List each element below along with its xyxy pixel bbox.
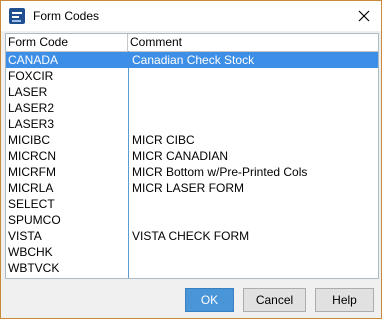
table-row[interactable]: MICIBC MICR CIBC [6, 132, 378, 148]
table-row[interactable]: MICRLA MICR LASER FORM [6, 180, 378, 196]
form-code-cell: SELECT [8, 197, 55, 211]
form-code-cell: MICRCN [8, 149, 56, 163]
comment-cell [130, 244, 378, 260]
comment-cell [130, 260, 378, 276]
column-header-comment[interactable]: Comment [128, 34, 378, 51]
table-row[interactable]: FOXCIR [6, 68, 378, 84]
ok-button[interactable]: OK [185, 288, 234, 312]
comment-cell: MICR CANADIAN [132, 149, 229, 163]
form-codes-app-icon [9, 8, 25, 24]
comment-cell: MICR CIBC [132, 133, 195, 147]
comment-cell: MICR LASER FORM [132, 181, 245, 195]
form-code-cell: VISTA [8, 229, 42, 243]
table-row[interactable]: WBCHK [6, 244, 378, 260]
form-code-cell: LASER2 [8, 101, 55, 115]
comment-cell: Canadian Check Stock [132, 53, 255, 67]
form-code-cell: LASER [8, 85, 48, 99]
table-row[interactable]: LASER [6, 84, 378, 100]
title-bar: Form Codes [1, 1, 381, 31]
form-code-cell: MICIBC [8, 133, 50, 147]
form-code-cell: WBCHK [8, 245, 53, 259]
table-row[interactable]: CANADA Canadian Check Stock [6, 52, 378, 68]
form-code-cell: WBTVCK [8, 261, 60, 275]
cancel-button[interactable]: Cancel [243, 288, 306, 312]
form-codes-list-panel: Form Code Comment CANADA Canadian Check S… [5, 33, 379, 279]
comment-cell [130, 196, 378, 212]
help-button[interactable]: Help [315, 288, 374, 312]
table-body: CANADA Canadian Check Stock FOXCIR LASER LAS… [6, 52, 378, 276]
comment-cell: VISTA CHECK FORM [132, 229, 250, 243]
close-button[interactable] [347, 1, 381, 31]
table-header: Form Code Comment [6, 34, 378, 52]
table-row[interactable]: MICRCN MICR CANADIAN [6, 148, 378, 164]
form-codes-dialog: Form Codes Form Code Comment CANADA Canad… [0, 0, 382, 319]
comment-cell [130, 84, 378, 100]
dialog-title: Form Codes [33, 9, 100, 23]
table-row[interactable]: MICRFM MICR Bottom w/Pre-Printed Cols [6, 164, 378, 180]
comment-cell [130, 212, 378, 228]
comment-cell: MICR Bottom w/Pre-Printed Cols [132, 165, 308, 179]
close-icon [358, 10, 370, 22]
form-code-cell: FOXCIR [8, 69, 54, 83]
table-row[interactable]: SELECT [6, 196, 378, 212]
table-row[interactable]: SPUMCO [6, 212, 378, 228]
form-code-cell: LASER3 [8, 117, 55, 131]
form-code-cell: MICRFM [8, 165, 56, 179]
form-code-cell: MICRLA [8, 181, 54, 195]
comment-cell [130, 68, 378, 84]
table-row[interactable]: VISTA VISTA CHECK FORM [6, 228, 378, 244]
table-row[interactable]: LASER3 [6, 116, 378, 132]
table-row[interactable]: LASER2 [6, 100, 378, 116]
form-codes-table[interactable]: Form Code Comment CANADA Canadian Check S… [6, 34, 378, 278]
form-code-cell: SPUMCO [8, 213, 61, 227]
column-header-form-code[interactable]: Form Code [6, 34, 128, 51]
comment-cell [130, 100, 378, 116]
form-code-cell: CANADA [8, 53, 59, 67]
comment-cell [130, 116, 378, 132]
table-row[interactable]: WBTVCK [6, 260, 378, 276]
